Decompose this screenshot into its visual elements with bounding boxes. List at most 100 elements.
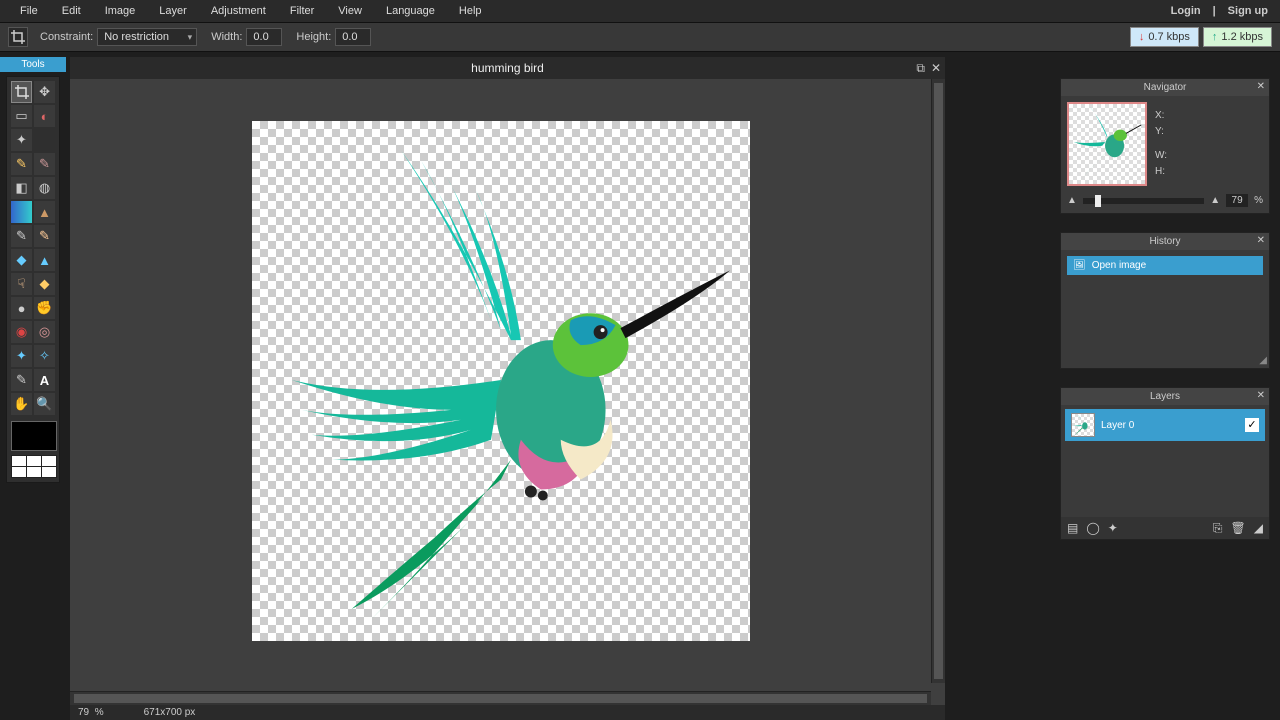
sharpen-tool[interactable]: ▲ bbox=[34, 249, 55, 271]
download-speed: ↓0.7 kbps bbox=[1130, 27, 1199, 47]
navigator-coords: X: Y: W: H: bbox=[1155, 102, 1167, 186]
height-label: Height: bbox=[296, 31, 331, 43]
menu-language[interactable]: Language bbox=[374, 1, 447, 21]
layers-header: Layers✕ bbox=[1061, 388, 1269, 405]
login-link[interactable]: Login bbox=[1167, 5, 1205, 17]
foreground-color[interactable] bbox=[11, 421, 57, 451]
popout-icon[interactable]: ⧉ bbox=[916, 61, 925, 76]
menu-edit[interactable]: Edit bbox=[50, 1, 93, 21]
resize-handle-icon[interactable]: ◢ bbox=[1259, 355, 1267, 366]
options-bar: Constraint: No restriction Width: 0.0 He… bbox=[0, 22, 1280, 52]
zoom-value[interactable]: 79 bbox=[1226, 194, 1248, 207]
layer-item[interactable]: Layer 0 ✓ bbox=[1065, 409, 1265, 441]
menu-file[interactable]: File bbox=[8, 1, 50, 21]
document-title: humming bird bbox=[471, 61, 544, 75]
eyedrop-tool[interactable]: ✎ bbox=[11, 369, 32, 391]
auth-links: Login | Sign up bbox=[1167, 5, 1272, 17]
pencil-tool[interactable]: ✎ bbox=[11, 153, 32, 175]
history-item-label: Open image bbox=[1092, 260, 1146, 271]
bloat-tool[interactable]: ✦ bbox=[11, 345, 32, 367]
dodge-tool[interactable]: ● bbox=[11, 297, 32, 319]
navigator-close-icon[interactable]: ✕ bbox=[1257, 81, 1265, 92]
delete-layer-icon[interactable]: 🗑 bbox=[1231, 521, 1246, 535]
layer-styles-icon[interactable]: ✦ bbox=[1108, 521, 1118, 535]
hand-tool[interactable]: ✋ bbox=[11, 393, 32, 415]
canvas-area: humming bird ⧉ ✕ bbox=[70, 57, 945, 705]
status-dimensions: 671x700 px bbox=[144, 707, 196, 718]
history-item[interactable]: 🖼 Open image bbox=[1067, 256, 1263, 275]
marquee-tool[interactable]: ▭ bbox=[11, 105, 32, 127]
sponge-tool[interactable]: ◆ bbox=[34, 273, 55, 295]
height-input[interactable]: 0.0 bbox=[335, 28, 371, 46]
new-layer-icon[interactable]: ▤ bbox=[1067, 521, 1078, 535]
redeye-tool[interactable]: ◉ bbox=[11, 321, 32, 343]
lasso-tool[interactable]: ◐ bbox=[34, 105, 55, 127]
burn-tool[interactable]: ✊ bbox=[34, 297, 55, 319]
menu-filter[interactable]: Filter bbox=[278, 1, 326, 21]
open-image-icon: 🖼 bbox=[1073, 260, 1086, 271]
gradient-tool[interactable] bbox=[11, 201, 32, 223]
width-label: Width: bbox=[211, 31, 242, 43]
menu-view[interactable]: View bbox=[326, 1, 374, 21]
constraint-label: Constraint: bbox=[40, 31, 93, 43]
eraser-tool[interactable]: ◧ bbox=[11, 177, 32, 199]
layers-footer: ▤ ◯ ✦ ⎘ 🗑 ◢ bbox=[1061, 517, 1269, 539]
status-zoom: 79 % bbox=[78, 707, 104, 718]
network-indicators: ↓0.7 kbps ↑1.2 kbps bbox=[1130, 27, 1272, 47]
layers-panel: Layers✕ Layer 0 ✓ ▤ ◯ ✦ ⎘ bbox=[1060, 387, 1270, 540]
canvas-viewport[interactable] bbox=[70, 79, 931, 683]
zoom-pct: % bbox=[1254, 195, 1263, 206]
horizontal-scrollbar[interactable] bbox=[70, 691, 931, 705]
layers-resize-icon[interactable]: ◢ bbox=[1254, 521, 1263, 535]
history-header: History✕ bbox=[1061, 233, 1269, 250]
draw-tool[interactable]: ✎ bbox=[34, 225, 55, 247]
wand-tool[interactable]: ✦ bbox=[11, 129, 32, 151]
mask-icon[interactable]: ◯ bbox=[1086, 521, 1099, 535]
status-bar: 79 % 671x700 px bbox=[70, 705, 945, 720]
type-tool[interactable]: A bbox=[34, 369, 55, 391]
zoom-slider[interactable] bbox=[1083, 198, 1204, 204]
history-panel: History✕ 🖼 Open image ◢ bbox=[1060, 232, 1270, 369]
separator: | bbox=[1209, 5, 1220, 17]
menu-layer[interactable]: Layer bbox=[147, 1, 199, 21]
layers-close-icon[interactable]: ✕ bbox=[1257, 390, 1265, 401]
navigator-thumbnail[interactable] bbox=[1067, 102, 1147, 186]
move-tool[interactable]: ✥ bbox=[34, 81, 55, 103]
menu-items: File Edit Image Layer Adjustment Filter … bbox=[8, 1, 494, 21]
upload-value: 1.2 kbps bbox=[1221, 31, 1263, 43]
pinch-tool[interactable]: ✧ bbox=[34, 345, 55, 367]
layer-name: Layer 0 bbox=[1101, 420, 1134, 431]
right-panels: Navigator✕ X: Y: W: bbox=[1060, 78, 1270, 540]
download-icon: ↓ bbox=[1139, 31, 1145, 43]
menu-adjustment[interactable]: Adjustment bbox=[199, 1, 278, 21]
zoom-out-icon[interactable]: ▲ bbox=[1067, 195, 1077, 206]
document-title-bar: humming bird ⧉ ✕ bbox=[70, 57, 945, 79]
color-swatches[interactable] bbox=[11, 455, 57, 478]
constraint-dropdown[interactable]: No restriction bbox=[97, 28, 197, 46]
navigator-panel: Navigator✕ X: Y: W: bbox=[1060, 78, 1270, 214]
layer-thumbnail bbox=[1071, 413, 1095, 437]
spot-heal-tool[interactable]: ◎ bbox=[34, 321, 55, 343]
image-content bbox=[252, 121, 750, 639]
smudge-tool[interactable]: ☟ bbox=[11, 273, 32, 295]
zoom-tool[interactable]: 🔍 bbox=[34, 393, 55, 415]
history-close-icon[interactable]: ✕ bbox=[1257, 235, 1265, 246]
menu-image[interactable]: Image bbox=[93, 1, 148, 21]
duplicate-layer-icon[interactable]: ⎘ bbox=[1213, 521, 1223, 536]
close-icon[interactable]: ✕ bbox=[931, 61, 941, 76]
signup-link[interactable]: Sign up bbox=[1224, 5, 1272, 17]
replace-color-tool[interactable]: ✎ bbox=[11, 225, 32, 247]
bucket-tool[interactable]: ◍ bbox=[34, 177, 55, 199]
zoom-in-icon[interactable]: ▲ bbox=[1210, 195, 1220, 206]
blur-tool[interactable]: ◆ bbox=[11, 249, 32, 271]
vertical-scrollbar[interactable] bbox=[931, 79, 945, 683]
layer-visibility-checkbox[interactable]: ✓ bbox=[1245, 418, 1259, 432]
download-value: 0.7 kbps bbox=[1148, 31, 1190, 43]
navigator-header: Navigator✕ bbox=[1061, 79, 1269, 96]
crop-tool[interactable] bbox=[11, 81, 32, 103]
stamp-tool[interactable]: ▲ bbox=[34, 201, 55, 223]
brush-tool[interactable]: ✎ bbox=[34, 153, 55, 175]
width-input[interactable]: 0.0 bbox=[246, 28, 282, 46]
menu-help[interactable]: Help bbox=[447, 1, 494, 21]
canvas[interactable] bbox=[252, 121, 750, 641]
